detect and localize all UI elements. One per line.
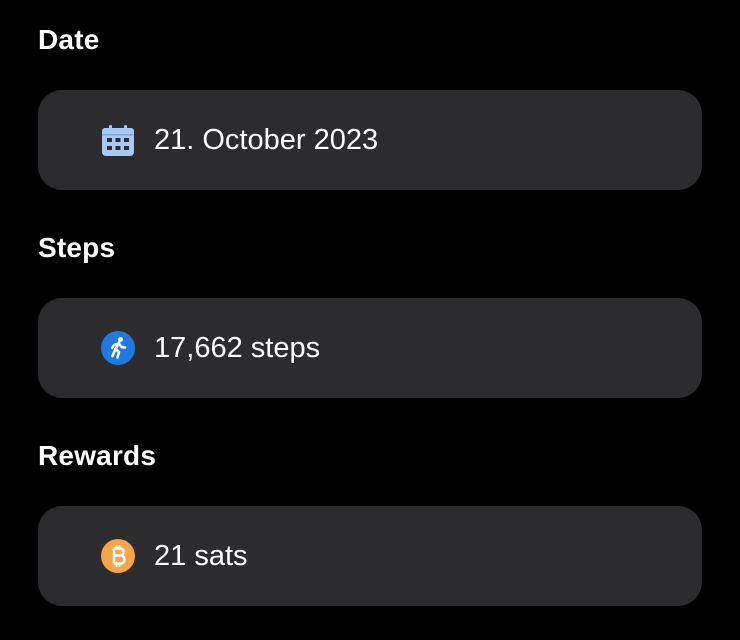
rewards-section-title: Rewards (38, 440, 157, 471)
date-section-title: Date (38, 24, 100, 55)
running-person-icon (100, 330, 136, 366)
date-value: 21. October 2023 (154, 124, 379, 156)
calendar-icon (100, 122, 136, 158)
date-card[interactable]: 21. October 2023 (38, 90, 702, 190)
rewards-card[interactable]: 21 sats (38, 506, 702, 606)
steps-card[interactable]: 17,662 steps (38, 298, 702, 398)
bitcoin-icon (100, 538, 136, 574)
steps-section-title: Steps (38, 232, 116, 263)
steps-value: 17,662 steps (154, 332, 321, 364)
rewards-value: 21 sats (154, 540, 248, 572)
